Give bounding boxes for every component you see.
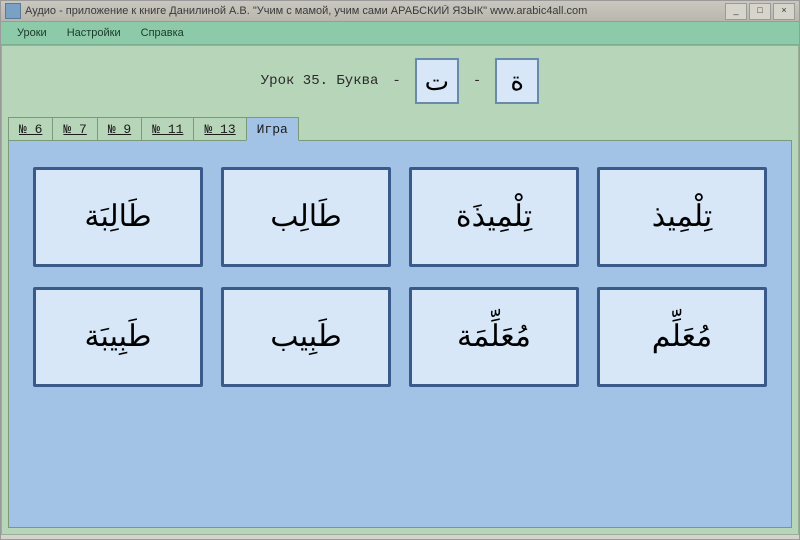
- lesson-header: Урок 35. Буква - ت - ة: [2, 46, 798, 114]
- tab-n7[interactable]: № 7: [52, 117, 97, 140]
- tab-n13[interactable]: № 13: [193, 117, 246, 140]
- minimize-button[interactable]: _: [725, 3, 747, 20]
- tabs-row: № 6 № 7 № 9 № 11 № 13 Игра: [2, 114, 798, 140]
- content-area: Урок 35. Буква - ت - ة № 6 № 7 № 9 № 11 …: [1, 45, 799, 535]
- window-controls: _ □ ×: [725, 3, 795, 20]
- letter-box-1[interactable]: ت: [415, 58, 459, 104]
- letter-box-2[interactable]: ة: [495, 58, 539, 104]
- lesson-title: Урок 35. Буква: [261, 73, 379, 89]
- tab-n9[interactable]: № 9: [97, 117, 142, 140]
- app-icon: [5, 3, 21, 19]
- word-card[interactable]: تِلْمِيذَة: [409, 167, 579, 267]
- close-button[interactable]: ×: [773, 3, 795, 20]
- word-card[interactable]: طَالِب: [221, 167, 391, 267]
- word-card[interactable]: طَالِبَة: [33, 167, 203, 267]
- word-panel: طَالِبَة طَالِب تِلْمِيذَة تِلْمِيذ طَبِ…: [8, 140, 792, 528]
- statusbar: [1, 535, 799, 539]
- tab-n6[interactable]: № 6: [8, 117, 53, 140]
- app-window: Аудио - приложение к книге Данилиной А.В…: [0, 0, 800, 540]
- menu-lessons[interactable]: Уроки: [7, 25, 57, 41]
- maximize-button[interactable]: □: [749, 3, 771, 20]
- dash: -: [469, 73, 485, 89]
- dash: -: [388, 73, 404, 89]
- word-card[interactable]: طَبِيبَة: [33, 287, 203, 387]
- tab-game[interactable]: Игра: [246, 117, 299, 141]
- menu-help[interactable]: Справка: [131, 25, 194, 41]
- titlebar: Аудио - приложение к книге Данилиной А.В…: [1, 1, 799, 22]
- word-card[interactable]: مُعَلِّمَة: [409, 287, 579, 387]
- word-card[interactable]: مُعَلِّم: [597, 287, 767, 387]
- word-card[interactable]: طَبِيب: [221, 287, 391, 387]
- window-title: Аудио - приложение к книге Данилиной А.В…: [25, 5, 725, 17]
- word-card[interactable]: تِلْمِيذ: [597, 167, 767, 267]
- tab-n11[interactable]: № 11: [141, 117, 194, 140]
- menubar: Уроки Настройки Справка: [1, 22, 799, 45]
- menu-settings[interactable]: Настройки: [57, 25, 131, 41]
